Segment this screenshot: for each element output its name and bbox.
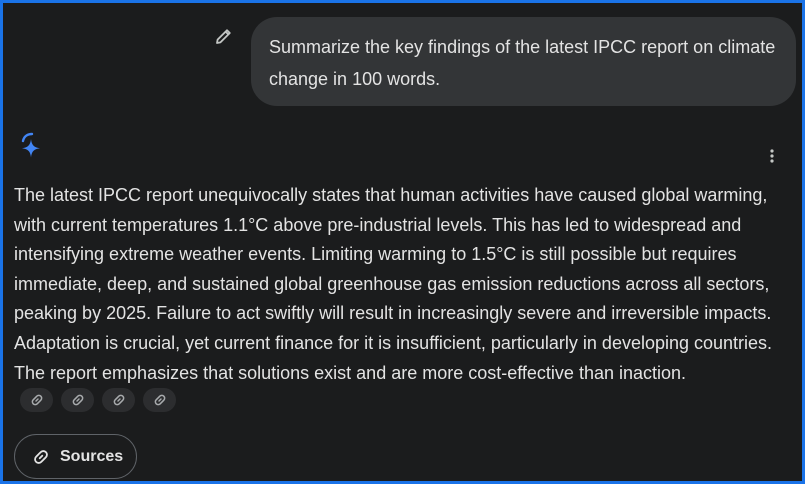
citation-chip[interactable] xyxy=(143,388,176,412)
more-vert-icon xyxy=(770,149,774,163)
sources-button[interactable]: Sources xyxy=(14,434,137,479)
chat-window: Summarize the key findings of the latest… xyxy=(0,0,805,484)
link-icon xyxy=(154,394,165,406)
pencil-icon[interactable] xyxy=(214,26,234,46)
assistant-response: The latest IPCC report unequivocally sta… xyxy=(14,181,800,388)
citation-chip[interactable] xyxy=(20,388,53,412)
user-message-text: Summarize the key findings of the latest… xyxy=(269,37,776,89)
link-icon xyxy=(31,394,42,406)
link-icon xyxy=(34,449,48,464)
link-icon xyxy=(72,394,83,406)
citation-chip[interactable] xyxy=(102,388,135,412)
user-message-bubble: Summarize the key findings of the latest… xyxy=(251,17,796,106)
citation-chips xyxy=(20,388,176,412)
sources-label: Sources xyxy=(60,447,124,465)
response-text: The latest IPCC report unequivocally sta… xyxy=(14,185,773,383)
gemini-sparkle-icon xyxy=(17,131,45,163)
link-icon xyxy=(113,394,124,406)
citation-chip[interactable] xyxy=(61,388,94,412)
more-options-button[interactable] xyxy=(761,145,783,167)
